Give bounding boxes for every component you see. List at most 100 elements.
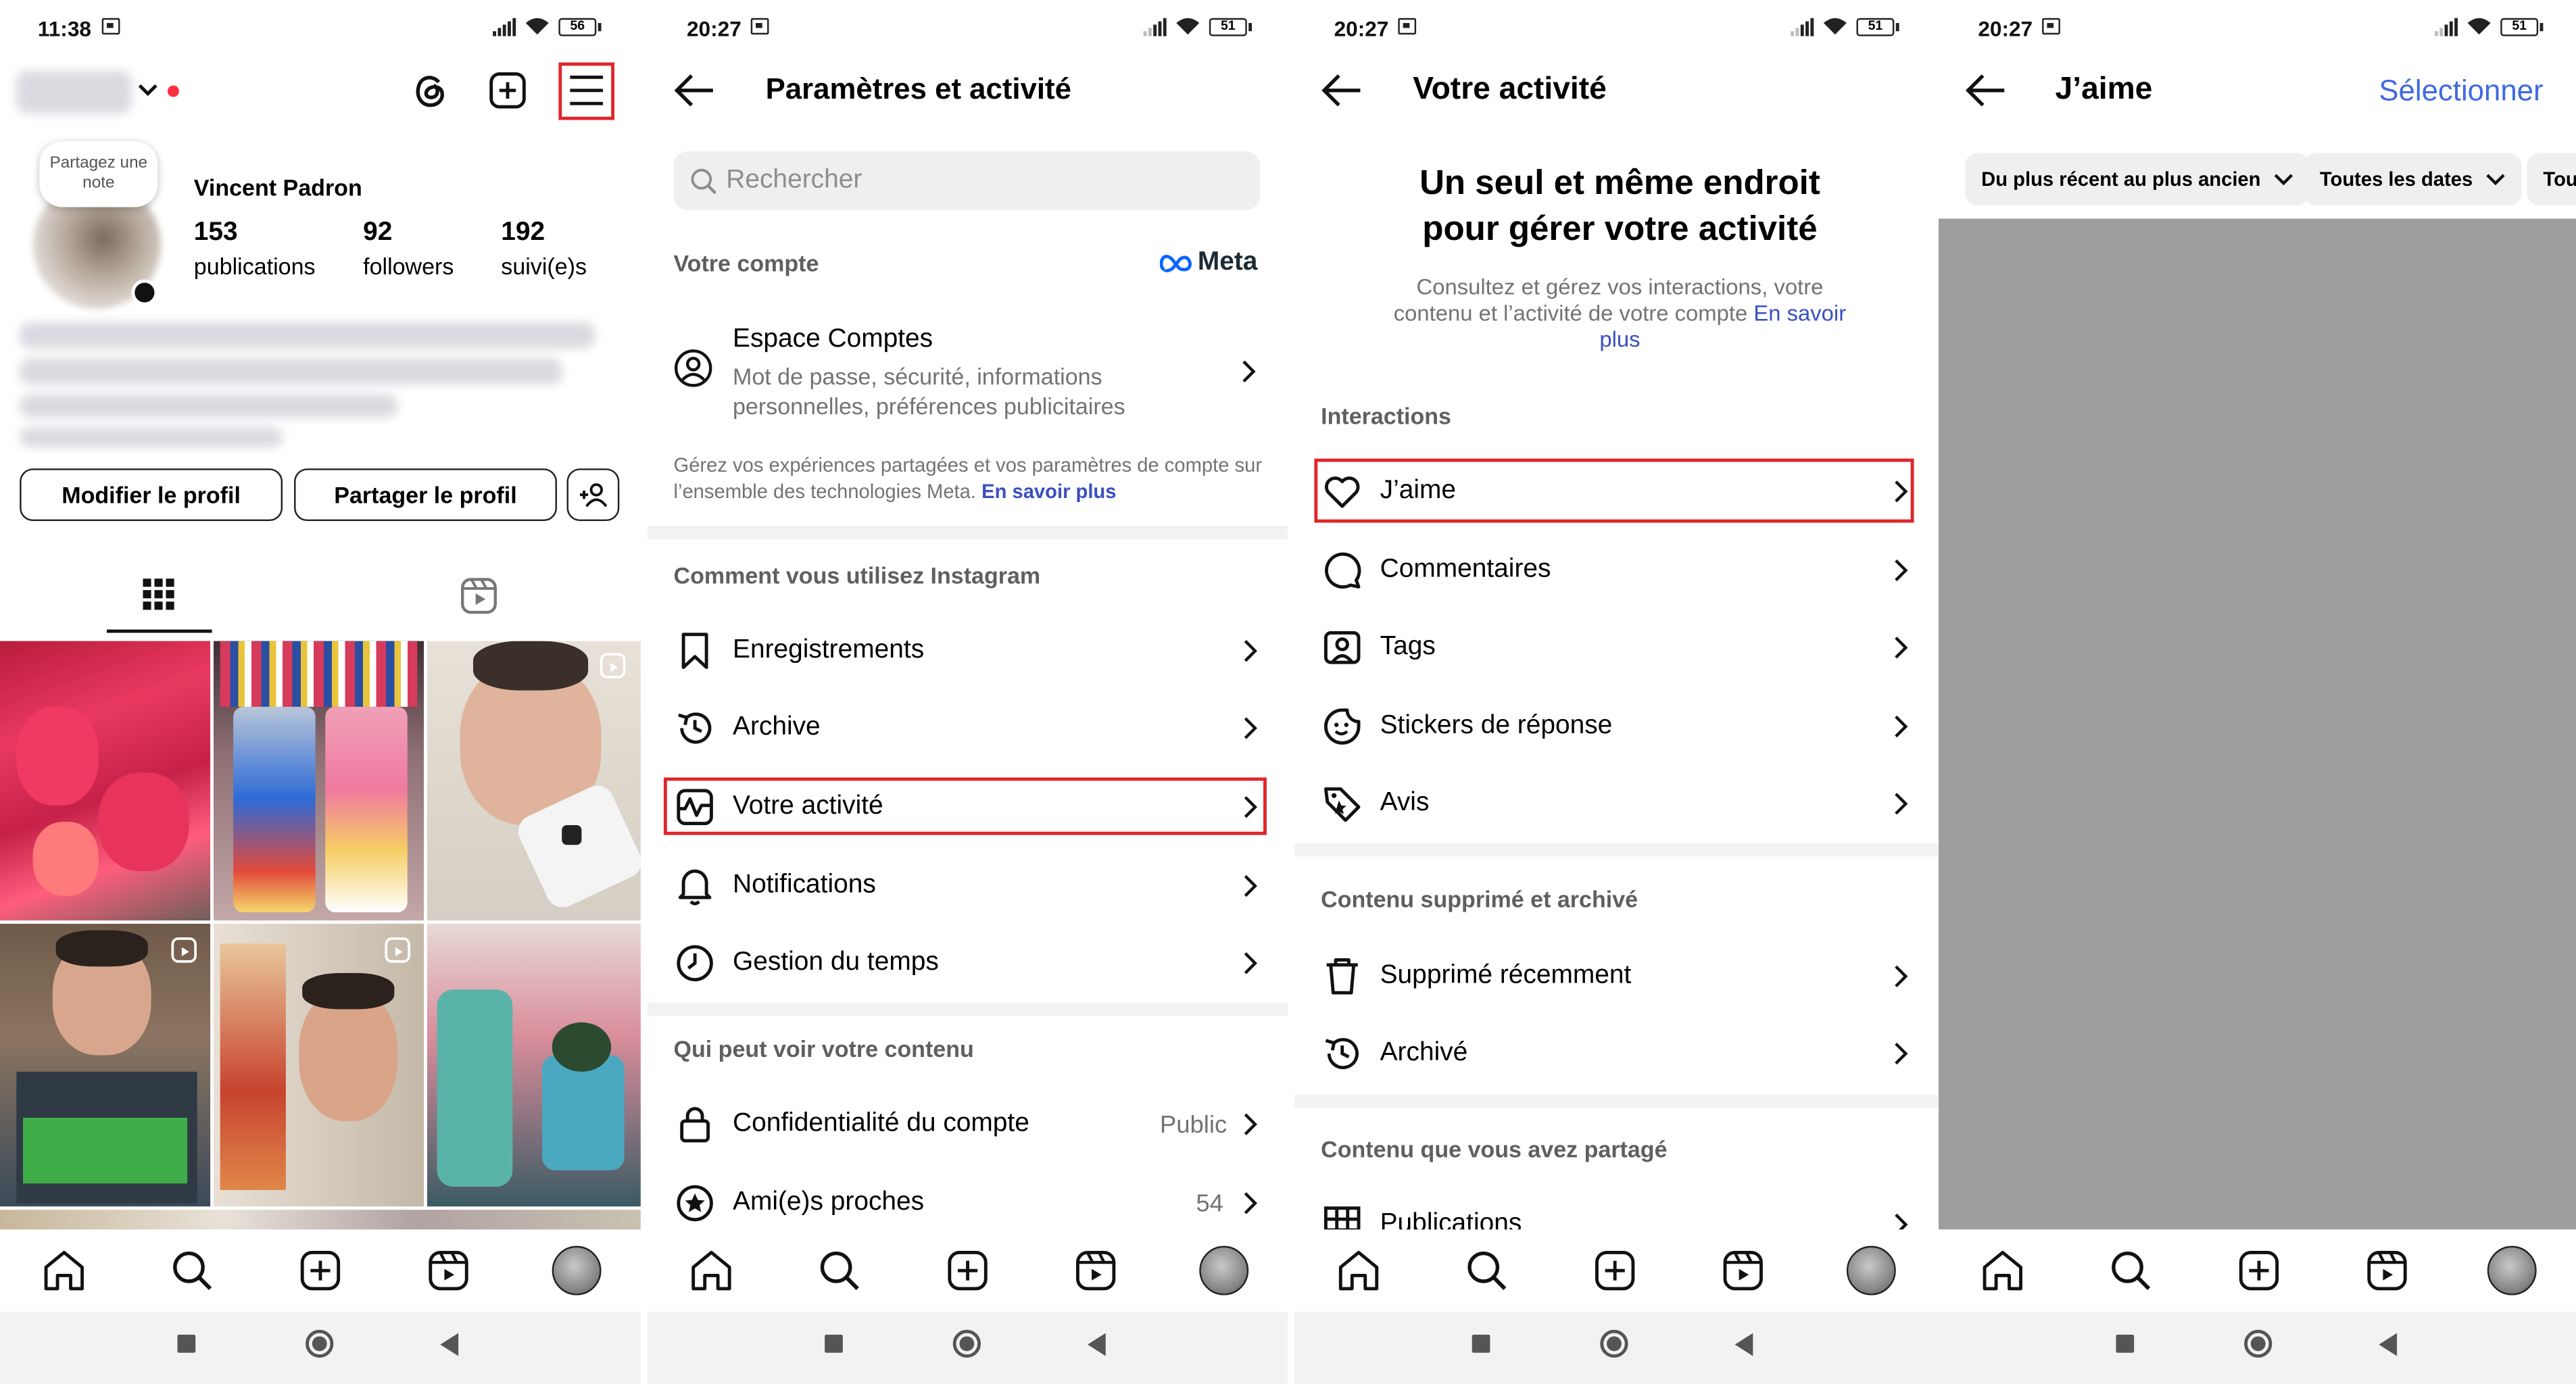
create-post-icon[interactable]	[943, 1246, 992, 1295]
reels-icon[interactable]	[424, 1246, 473, 1295]
share-profile-button[interactable]: Partager le profil	[294, 468, 557, 522]
menu-time-management[interactable]: Gestion du temps	[648, 925, 1288, 1001]
menu-label: Ami(e)s proches	[733, 1188, 925, 1216]
grid-tab-icon[interactable]	[143, 578, 176, 612]
menu-archive[interactable]: Archive	[648, 691, 1288, 766]
chevron-down-icon[interactable]	[138, 82, 157, 99]
menu-label: Votre activité	[733, 792, 883, 820]
accounts-note-link[interactable]: En savoir plus	[981, 480, 1116, 503]
chevron-right-icon	[1244, 717, 1257, 739]
battery-icon: 56	[558, 17, 602, 36]
date-filter-label: Toutes les dates	[2319, 168, 2473, 191]
profile-tab-avatar[interactable]	[1199, 1245, 1249, 1295]
menu-tags[interactable]: Tags	[1294, 610, 1939, 685]
recents-icon[interactable]	[177, 1335, 196, 1353]
posts-count: 153	[193, 218, 238, 247]
search-icon[interactable]	[1462, 1246, 1511, 1295]
back-arrow-icon[interactable]	[1321, 72, 1363, 109]
battery-icon: 51	[1209, 17, 1253, 36]
threads-icon[interactable]	[411, 69, 450, 112]
search-icon[interactable]	[168, 1246, 217, 1295]
grid-video-xbox[interactable]	[0, 923, 211, 1207]
grid-photo-cans[interactable]	[213, 641, 424, 921]
sticker-icon	[1324, 708, 1361, 745]
chevron-down-icon	[2274, 174, 2293, 186]
menu-label: J’aime	[1380, 476, 1456, 505]
create-post-icon[interactable]	[1590, 1246, 1640, 1295]
home-button-icon[interactable]	[952, 1329, 981, 1358]
star-circle-icon	[677, 1185, 713, 1222]
add-story-badge[interactable]	[131, 279, 158, 306]
followers-label[interactable]: followers	[363, 253, 454, 280]
menu-sticker-responses[interactable]: Stickers de réponse	[1294, 689, 1939, 764]
search-input[interactable]: Rechercher	[673, 151, 1261, 211]
accounts-center-row[interactable]: Espace Comptes Mot de passe, sécurité, i…	[648, 309, 1288, 427]
home-button-icon[interactable]	[306, 1329, 334, 1358]
create-post-icon[interactable]	[2234, 1246, 2283, 1295]
accounts-center-subtitle: Mot de passe, sécurité, informations per…	[733, 363, 1125, 420]
menu-archived[interactable]: Archivé	[1294, 1016, 1939, 1091]
section-divider	[647, 526, 1288, 539]
back-triangle-icon[interactable]	[1087, 1333, 1106, 1356]
menu-account-privacy[interactable]: Confidentialité du compte Public	[648, 1087, 1288, 1162]
search-icon[interactable]	[815, 1246, 865, 1295]
grid-photo-peppers[interactable]	[0, 641, 211, 921]
home-button-icon[interactable]	[2244, 1329, 2273, 1358]
menu-notifications[interactable]: Notifications	[648, 848, 1288, 924]
create-icon[interactable]	[488, 71, 527, 110]
username-blurred[interactable]	[16, 70, 132, 114]
menu-your-activity[interactable]: Votre activité	[648, 769, 1288, 845]
hamburger-menu-icon[interactable]	[567, 72, 606, 109]
settings-screen: 20:27 51 Paramètres et activité Recherch…	[647, 0, 1288, 1384]
select-button[interactable]: Sélectionner	[2379, 74, 2543, 108]
recents-icon[interactable]	[1472, 1335, 1490, 1353]
home-icon[interactable]	[39, 1246, 89, 1295]
author-filter-chip[interactable]: Tou	[2527, 153, 2576, 206]
section-interactions: Interactions	[1321, 402, 1452, 429]
sort-filter-chip[interactable]: Du plus récent au plus ancien	[1964, 153, 2310, 206]
grid-video-controller[interactable]	[427, 641, 641, 921]
grid-video-book[interactable]	[213, 923, 424, 1207]
grid-photo-figures[interactable]	[427, 923, 641, 1207]
menu-comments[interactable]: Commentaires	[1294, 533, 1939, 608]
recents-icon[interactable]	[2116, 1335, 2135, 1353]
followers-count[interactable]: 92	[363, 218, 392, 248]
back-arrow-icon[interactable]	[1965, 72, 2008, 109]
reels-icon[interactable]	[1718, 1246, 1768, 1295]
profile-tab-avatar[interactable]	[552, 1245, 602, 1295]
menu-recently-deleted[interactable]: Supprimé récemment	[1294, 939, 1939, 1014]
wifi-icon	[1823, 18, 1847, 35]
profile-tab-avatar[interactable]	[1846, 1245, 1896, 1295]
discover-people-button[interactable]	[566, 468, 620, 522]
home-icon[interactable]	[1978, 1246, 2027, 1295]
profile-tab-avatar[interactable]	[2487, 1245, 2537, 1295]
home-icon[interactable]	[1334, 1246, 1384, 1295]
following-count[interactable]: 192	[501, 218, 545, 248]
create-post-icon[interactable]	[295, 1246, 345, 1295]
date-filter-chip[interactable]: Toutes les dates	[2303, 153, 2523, 206]
system-navigation	[647, 1311, 1288, 1384]
comment-icon	[1325, 552, 1361, 589]
menu-reviews[interactable]: Avis	[1294, 766, 1939, 841]
status-notification-icon	[2042, 18, 2060, 35]
edit-profile-button[interactable]: Modifier le profil	[20, 468, 283, 522]
following-label[interactable]: suivi(e)s	[501, 253, 587, 280]
home-icon[interactable]	[687, 1246, 736, 1295]
reels-tab-icon[interactable]	[460, 577, 498, 615]
recents-icon[interactable]	[825, 1335, 843, 1353]
back-triangle-icon[interactable]	[2379, 1333, 2398, 1356]
reels-icon[interactable]	[1071, 1246, 1121, 1295]
back-triangle-icon[interactable]	[440, 1333, 459, 1356]
note-bubble[interactable]: Partagez une note	[39, 141, 158, 207]
menu-label: Stickers de réponse	[1380, 712, 1613, 740]
search-icon[interactable]	[2106, 1246, 2156, 1295]
home-button-icon[interactable]	[1600, 1329, 1628, 1358]
menu-likes[interactable]: J’aime	[1294, 453, 1939, 529]
back-arrow-icon[interactable]	[674, 72, 716, 109]
add-person-icon	[579, 483, 608, 508]
reels-icon[interactable]	[2362, 1246, 2412, 1295]
menu-saved[interactable]: Enregistrements	[648, 613, 1288, 689]
accounts-note: Gérez vos expériences partagées et vos p…	[674, 452, 1265, 505]
status-notification-icon	[750, 18, 769, 35]
back-triangle-icon[interactable]	[1734, 1333, 1753, 1356]
